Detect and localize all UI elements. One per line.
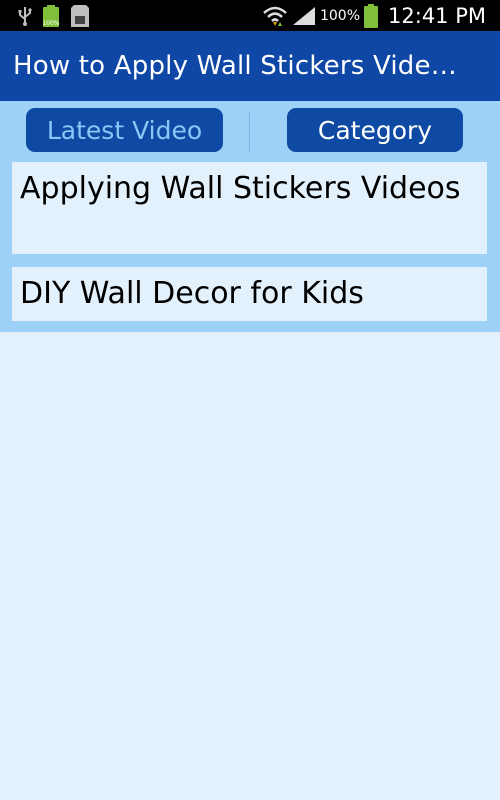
battery-percent: 100% <box>319 7 361 24</box>
app-title: How to Apply Wall Stickers Vide… <box>13 51 457 81</box>
status-time: 12:41 PM <box>388 3 486 28</box>
app-bar: How to Apply Wall Stickers Vide… <box>0 31 500 101</box>
status-right-icons: 100% 12:41 PM <box>262 3 500 28</box>
wifi-icon <box>262 5 288 27</box>
category-button[interactable]: Category <box>287 108 463 152</box>
status-left-icons: 100% <box>0 4 90 28</box>
list-item[interactable]: DIY Wall Decor for Kids <box>12 267 487 321</box>
latest-video-button[interactable]: Latest Video <box>26 108 223 152</box>
signal-icon <box>292 6 316 26</box>
sd-card-icon <box>70 4 90 28</box>
battery-status-icon: 100% <box>41 4 61 28</box>
list-item[interactable]: Applying Wall Stickers Videos <box>12 162 487 254</box>
content-panel: Latest Video Category Applying Wall Stic… <box>0 101 500 332</box>
usb-icon <box>18 6 32 26</box>
status-bar: 100% 100% 12:41 PM <box>0 0 500 31</box>
svg-text:100%: 100% <box>42 20 59 27</box>
tab-divider <box>249 112 250 152</box>
battery-icon <box>364 3 379 28</box>
empty-content-area <box>0 332 500 800</box>
